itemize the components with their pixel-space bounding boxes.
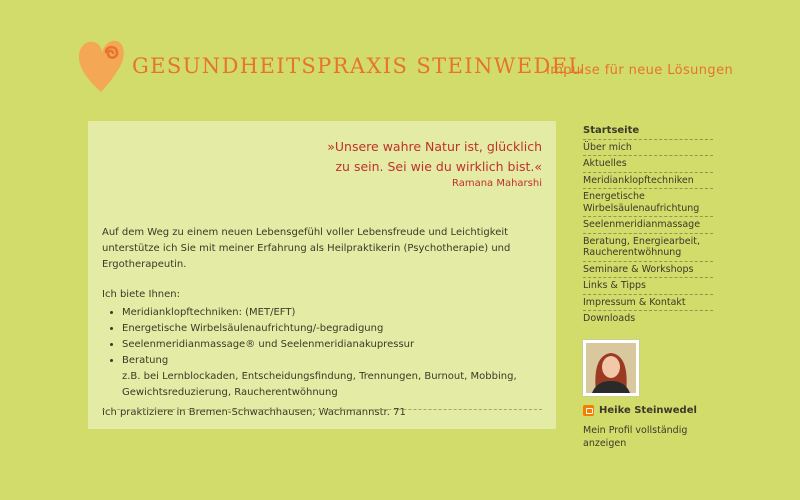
list-item: Beratung z.B. bei Lernblockaden, Entsche… xyxy=(122,353,542,401)
content-body: Auf dem Weg zu einem neuen Lebensgefühl … xyxy=(102,225,542,421)
nav-item-downloads[interactable]: Downloads xyxy=(583,311,713,327)
blogger-icon xyxy=(583,405,594,416)
offer-list: Meridianklopftechniken: (MET/EFT) Energe… xyxy=(102,305,542,401)
nav-item-impressum[interactable]: Impressum & Kontakt xyxy=(583,295,713,311)
list-item: Seelenmeridianmassage® und Seelenmeridia… xyxy=(122,337,542,353)
quote-block: »Unsere wahre Natur ist, glücklich zu se… xyxy=(327,137,542,191)
nav-item-meridianklopftechniken[interactable]: Meridianklopftechniken xyxy=(583,173,713,189)
nav-item-aktuelles[interactable]: Aktuelles xyxy=(583,156,713,173)
logo-heart-icon[interactable] xyxy=(76,36,126,94)
main-content: »Unsere wahre Natur ist, glücklich zu se… xyxy=(88,121,556,429)
profile-name[interactable]: Heike Steinwedel xyxy=(583,405,697,416)
nav-item-wirbelsaeulenaufrichtung[interactable]: Energetische Wirbelsäulenaufrichtung xyxy=(583,189,713,217)
site-title[interactable]: GESUNDHEITSPRAXIS STEINWEDEL xyxy=(132,54,584,78)
quote-line-1: »Unsere wahre Natur ist, glücklich xyxy=(327,139,542,154)
offer-heading: Ich biete Ihnen: xyxy=(102,289,180,300)
offer-detail: z.B. bei Lernblockaden, Entscheidungsfin… xyxy=(122,371,517,398)
nav-item-beratung[interactable]: Beratung, Energiearbeit, Raucherentwöhnu… xyxy=(583,234,713,262)
sidebar-nav: Startseite Über mich Aktuelles Meridiank… xyxy=(583,123,713,327)
nav-item-seelenmeridianmassage[interactable]: Seelenmeridianmassage xyxy=(583,217,713,234)
practice-address: Ich praktiziere in Bremen-Schwachhausen,… xyxy=(102,407,406,418)
nav-item-links-tipps[interactable]: Links & Tipps xyxy=(583,278,713,295)
nav-item-startseite[interactable]: Startseite xyxy=(583,123,713,140)
list-item: Energetische Wirbelsäulenaufrichtung/-be… xyxy=(122,321,542,337)
nav-item-seminare[interactable]: Seminare & Workshops xyxy=(583,262,713,278)
profile-name-text: Heike Steinwedel xyxy=(599,405,697,416)
avatar[interactable] xyxy=(583,340,639,396)
nav-item-ueber-mich[interactable]: Über mich xyxy=(583,140,713,156)
quote-author: Ramana Maharshi xyxy=(451,178,542,189)
profile-link[interactable]: Mein Profil vollständig anzeigen xyxy=(583,424,703,450)
divider xyxy=(102,409,542,410)
list-item: Meridianklopftechniken: (MET/EFT) xyxy=(122,305,542,321)
quote-line-2: zu sein. Sei wie du wirklich bist.« xyxy=(335,159,543,174)
site-tagline: Impulse für neue Lösungen xyxy=(546,63,734,78)
intro-text: Auf dem Weg zu einem neuen Lebensgefühl … xyxy=(102,227,511,270)
